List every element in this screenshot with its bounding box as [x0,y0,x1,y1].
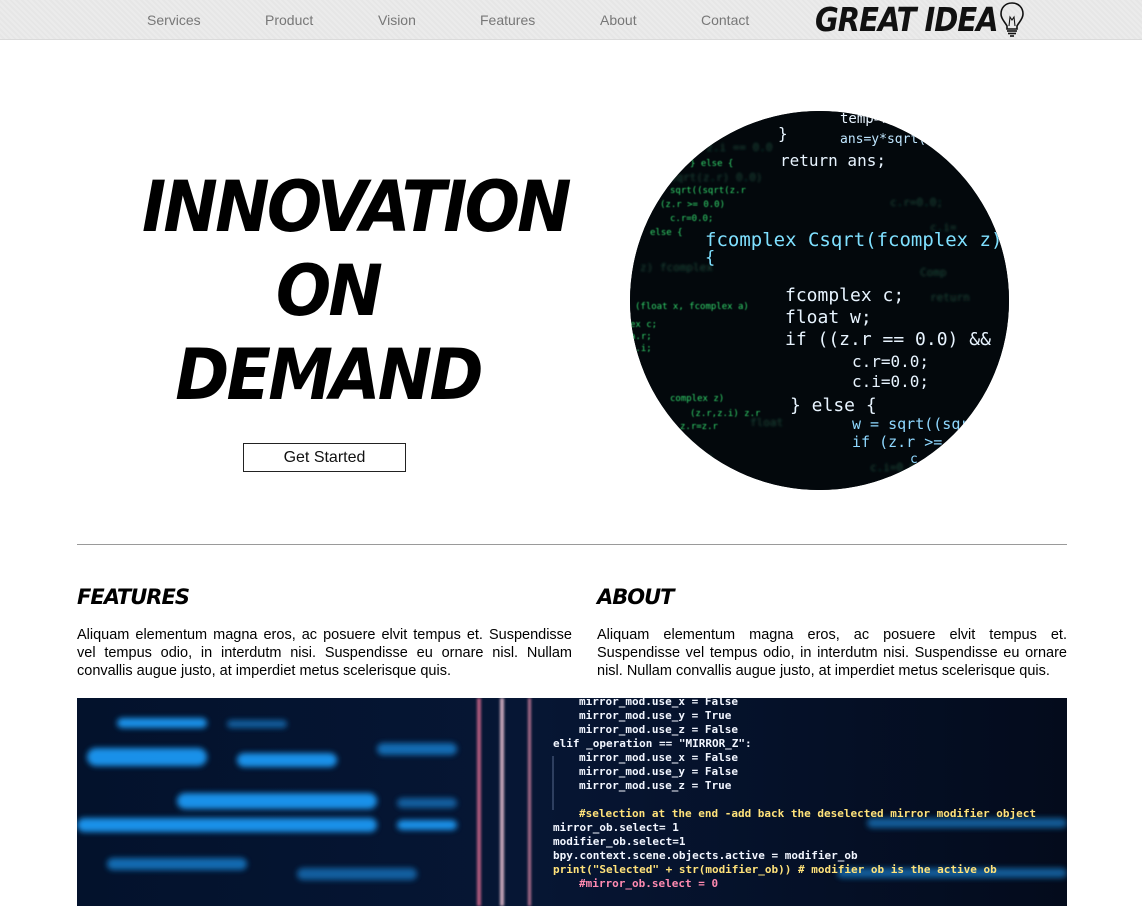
banner-code-line-5: mirror_mod.use_x = False [579,751,738,764]
code-line-3: ans=y*sqrt(1.0+temp*temp [840,132,1009,147]
banner-code-line-9: mirror_ob.select= 1 [553,821,679,834]
code-line-10: c.r=0.0; [852,352,929,371]
nav-link-about[interactable]: About [600,12,637,28]
code-line-6: { [705,248,715,268]
hero-code-graphic: ;: else { z.i == 0.0 sqrt((sqrt(z.r) 0.0… [630,111,1009,490]
code-line-9: if ((z.r == 0.0) && (z.i == 0.0)) { [785,329,1009,350]
top-nav: Services Product Vision Features About C… [0,0,1142,40]
banner-code-line-10: modifier_ob.select=1 [553,835,686,848]
svg-text:sqrt((sqrt(z.r) 0.0): sqrt((sqrt(z.r) 0.0) [630,171,762,184]
svg-text:return: return [930,291,970,304]
svg-text:c.r=c.i z.r: c.r=c.i z.r [640,451,713,464]
nav-link-services[interactable]: Services [147,12,201,28]
code-line-4: return ans; [780,151,886,170]
svg-text:(float x, fcomplex a): (float x, fcomplex a) [635,302,749,312]
nav-link-contact[interactable]: Contact [701,12,749,28]
svg-text:complex z): complex z) [670,394,724,404]
banner-code-line-4: elif _operation == "MIRROR_Z": [553,737,752,750]
code-line-5: fcomplex Csqrt(fcomplex z) [705,229,1002,251]
get-started-button[interactable]: Get Started [243,443,406,472]
svg-text:Comp: Comp [920,266,947,279]
code-line-14: if (z.r >= 0.0) [852,433,987,451]
hero-headline-line-1: INNOVATION [142,166,572,248]
brand-name: GREAT IDEA [815,0,999,40]
features-heading: FEATURES [77,585,190,609]
banner-code-line-8: #selection at the end -add back the dese… [579,807,1036,820]
code-line-1: temp=x/y; [840,111,916,127]
about-text: Aliquam elementum magna eros, ac posuere… [597,627,1067,679]
hero-headline-line-3: DEMAND [175,334,483,416]
code-banner-graphic: mirror_mod.use_x = False mirror_mod.use_… [77,698,1067,906]
hero-headline: INNOVATION ON DEMAND [128,165,572,417]
lightbulb-icon [999,2,1024,37]
banner-code-line-7: mirror_mod.use_z = True [579,779,732,792]
banner-code-line-13: #mirror_ob.select = 0 [579,877,718,890]
code-line-8: float w; [785,307,872,328]
svg-text:ex c;: ex c; [630,320,657,330]
svg-text:c.r=0.0;: c.r=0.0; [890,196,943,209]
svg-text:a.r;: a.r; [630,332,652,342]
features-text: Aliquam elementum magna eros, ac posuere… [77,627,572,679]
svg-text:(z.r >= 0.0): (z.r >= 0.0) [660,200,725,210]
banner-code-line-1: mirror_mod.use_x = False [579,698,738,708]
code-line-2: } [778,124,788,143]
code-line-11: c.i=0.0; [852,372,929,391]
banner-code-line-2: mirror_mod.use_y = True [579,709,732,722]
nav-link-vision[interactable]: Vision [378,12,416,28]
code-line-15: c.r [910,452,934,467]
code-banner-image: mirror_mod.use_x = False mirror_mod.use_… [77,698,1067,906]
banner-code-line-11: bpy.context.scene.objects.active = modif… [553,849,858,862]
hero-code-image: ;: else { z.i == 0.0 sqrt((sqrt(z.r) 0.0… [630,111,1009,490]
section-divider [77,544,1067,545]
svg-text:c;: c; [630,356,641,366]
svg-text:} else {: } else { [690,159,733,169]
banner-code-line-6: mirror_mod.use_y = False [579,765,738,778]
banner-code-line-3: mirror_mod.use_z = False [579,723,738,736]
code-line-7: fcomplex c; [785,285,904,306]
banner-code-line-12: print("Selected" + str(modifier_ob)) # m… [553,863,997,876]
svg-text:else {: else { [650,228,683,238]
code-line-12: } else { [790,395,877,416]
about-heading: ABOUT [597,585,674,609]
svg-text:z) fcomplex: z) fcomplex [640,261,713,274]
brand-logo[interactable]: GREAT IDEA [815,1,1025,39]
svg-text:(z.r,z.i) z.r: (z.r,z.i) z.r [690,409,761,419]
nav-link-features[interactable]: Features [480,12,535,28]
nav-link-product[interactable]: Product [265,12,313,28]
code-line-13: w = sqrt((sqrt(z.r [852,415,1009,433]
svg-text:c.r=0.0;: c.r=0.0; [670,214,713,224]
svg-text:sqrt((sqrt(z.r: sqrt((sqrt(z.r [670,186,746,196]
hero-headline-line-2: ON [275,250,383,332]
svg-text:z.r=z.r: z.r=z.r [680,422,719,432]
svg-text:;: else { z.i == 0.0: ;: else { z.i == 0.0 [640,141,772,154]
svg-text:a.i;: a.i; [630,344,652,354]
